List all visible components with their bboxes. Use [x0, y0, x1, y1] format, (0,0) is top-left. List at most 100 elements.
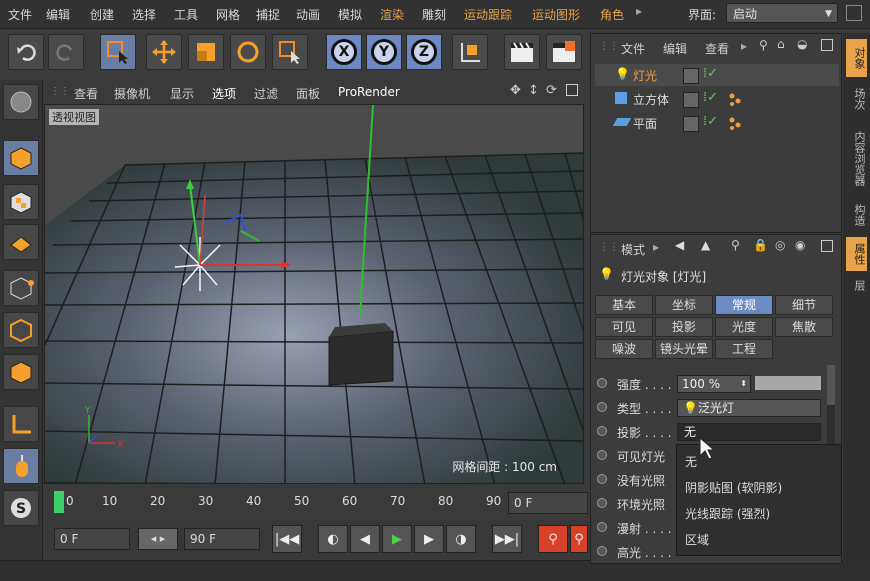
make-editable-button[interactable] [3, 84, 39, 120]
timeline-ruler[interactable]: 0 10 20 30 40 50 60 70 80 90 0 F [44, 488, 588, 518]
tab-attributes[interactable]: 属性 [846, 237, 867, 271]
animate-radio[interactable] [597, 546, 607, 556]
attributes-mode-menu[interactable]: 模式 [621, 241, 645, 258]
om-add-icon[interactable] [821, 39, 833, 51]
layout-select[interactable]: 启动 ▼ [726, 3, 838, 23]
enabled-check-icon[interactable]: ⁞✓ [703, 66, 718, 81]
search-icon[interactable]: ⚲ [731, 238, 740, 252]
z-axis-button[interactable]: Z [406, 34, 442, 70]
om-row-cube[interactable]: 立方体 ⁞✓ [595, 88, 839, 110]
type-select[interactable]: 💡 泛光灯 [677, 399, 821, 417]
play-button[interactable]: ▶ [382, 525, 412, 553]
layer-tag-icon[interactable] [683, 92, 699, 108]
recent-tool-button[interactable] [272, 34, 308, 70]
snap-button[interactable]: S [3, 490, 39, 526]
animate-radio[interactable] [597, 378, 607, 388]
cube-object[interactable] [328, 330, 394, 386]
animate-radio[interactable] [597, 474, 607, 484]
viewport-menu-filter[interactable]: 过滤 [254, 85, 278, 102]
viewport-menu-display[interactable]: 显示 [170, 85, 194, 102]
menu-render[interactable]: 渲染 [380, 6, 404, 23]
rotate-tool-button[interactable] [230, 34, 266, 70]
perspective-viewport[interactable]: Y X 透视视图 网格间距 : 100 cm [44, 104, 584, 484]
next-key-button[interactable]: ◑ [446, 525, 476, 553]
layer-filter-icon[interactable]: ◒ [797, 37, 807, 51]
tab-details[interactable]: 细节 [775, 295, 833, 315]
menu-select[interactable]: 选择 [132, 6, 156, 23]
points-mode-button[interactable] [3, 270, 39, 306]
drag-handle-icon[interactable]: ⋮⋮ [599, 242, 619, 253]
move-tool-button[interactable] [146, 34, 182, 70]
viewport-menu-options[interactable]: 选项 [212, 85, 236, 102]
tab-caustics[interactable]: 焦散 [775, 317, 833, 337]
animate-radio[interactable] [597, 498, 607, 508]
tab-layers[interactable]: 层 [846, 275, 867, 295]
dropdown-option-none[interactable]: 无 [685, 453, 697, 470]
target-icon[interactable]: ◉ [795, 238, 805, 252]
tab-lens-flare[interactable]: 镜头光晕 [655, 339, 713, 359]
edges-mode-button[interactable] [3, 312, 39, 348]
axis-mode-button[interactable] [3, 406, 39, 442]
menu-tools[interactable]: 工具 [174, 6, 198, 23]
menu-more-icon[interactable]: ▸ [636, 4, 642, 18]
om-row-plane[interactable]: 平面 ⁞✓ [595, 112, 839, 134]
tab-structure[interactable]: 构造 [846, 197, 867, 233]
enabled-check-icon[interactable]: ⁞✓ [703, 90, 718, 105]
dropdown-option-raytraced[interactable]: 光线跟踪 (强烈) [685, 505, 770, 522]
lock-icon[interactable]: 🔒 [753, 238, 768, 252]
scale-tool-button[interactable] [188, 34, 224, 70]
menu-mograph[interactable]: 运动图形 [532, 6, 580, 23]
coordinate-system-button[interactable] [452, 34, 488, 70]
animate-radio[interactable] [597, 522, 607, 532]
intensity-slider[interactable] [755, 376, 821, 390]
layer-tag-icon[interactable] [683, 68, 699, 84]
polygons-mode-button[interactable] [3, 354, 39, 390]
om-menu-file[interactable]: 文件 [621, 40, 645, 57]
am-more-icon[interactable]: ▸ [653, 240, 659, 254]
up-arrow-icon[interactable]: ▲ [701, 238, 710, 252]
dropdown-option-shadow-map[interactable]: 阴影贴图 (软阴影) [685, 479, 782, 496]
viewport-menu-camera[interactable]: 摄像机 [114, 85, 150, 102]
link-icon[interactable]: ◎ [775, 238, 785, 252]
auto-key-button[interactable]: ⚲ [570, 525, 588, 553]
viewport-maximize-icon[interactable] [566, 84, 578, 96]
prev-key-button[interactable]: ◐ [318, 525, 348, 553]
viewport-rotate-icon[interactable]: ⟳ [546, 83, 557, 98]
dropdown-option-area[interactable]: 区域 [685, 531, 709, 548]
viewport-menu-prorender[interactable]: ProRender [338, 85, 400, 99]
menu-snap[interactable]: 捕捉 [256, 6, 280, 23]
om-menu-view[interactable]: 查看 [705, 40, 729, 57]
menu-file[interactable]: 文件 [8, 6, 32, 23]
om-more-icon[interactable]: ▸ [741, 39, 747, 53]
model-mode-button[interactable] [3, 140, 39, 176]
tweak-mode-button[interactable] [3, 448, 39, 484]
animate-radio[interactable] [597, 426, 607, 436]
menu-simulate[interactable]: 模拟 [338, 6, 362, 23]
tab-basic[interactable]: 基本 [595, 295, 653, 315]
redo-button[interactable] [48, 34, 84, 70]
menu-animate[interactable]: 动画 [296, 6, 320, 23]
menu-edit[interactable]: 编辑 [46, 6, 70, 23]
home-icon[interactable]: ⌂ [777, 37, 785, 51]
record-keys-button[interactable]: ⚲ [538, 525, 568, 553]
tab-objects[interactable]: 对象 [846, 39, 867, 77]
current-frame-field[interactable]: 0 F [508, 492, 588, 514]
back-arrow-icon[interactable]: ◀ [675, 238, 684, 252]
intensity-input[interactable]: 100 % ⬍ [677, 375, 751, 393]
tab-visibility[interactable]: 可见 [595, 317, 653, 337]
drag-handle-icon[interactable]: ⋮⋮ [599, 41, 619, 52]
live-select-button[interactable] [100, 34, 136, 70]
menu-character[interactable]: 角色 [600, 6, 624, 23]
scrollbar-thumb[interactable] [827, 365, 835, 405]
prev-frame-button[interactable]: ◀ [350, 525, 380, 553]
layer-tag-icon[interactable] [683, 116, 699, 132]
viewport-zoom-icon[interactable]: ↕ [528, 83, 539, 98]
am-add-icon[interactable] [821, 240, 833, 252]
render-view-button[interactable] [504, 34, 540, 70]
go-to-start-button[interactable]: |◀◀ [272, 525, 302, 553]
om-menu-edit[interactable]: 编辑 [663, 40, 687, 57]
drag-handle-icon[interactable]: ⋮⋮ [50, 86, 70, 97]
tab-general[interactable]: 常规 [715, 295, 773, 315]
enabled-check-icon[interactable]: ⁞✓ [703, 114, 718, 129]
om-row-light[interactable]: 💡 灯光 ⁞✓ [595, 64, 839, 86]
